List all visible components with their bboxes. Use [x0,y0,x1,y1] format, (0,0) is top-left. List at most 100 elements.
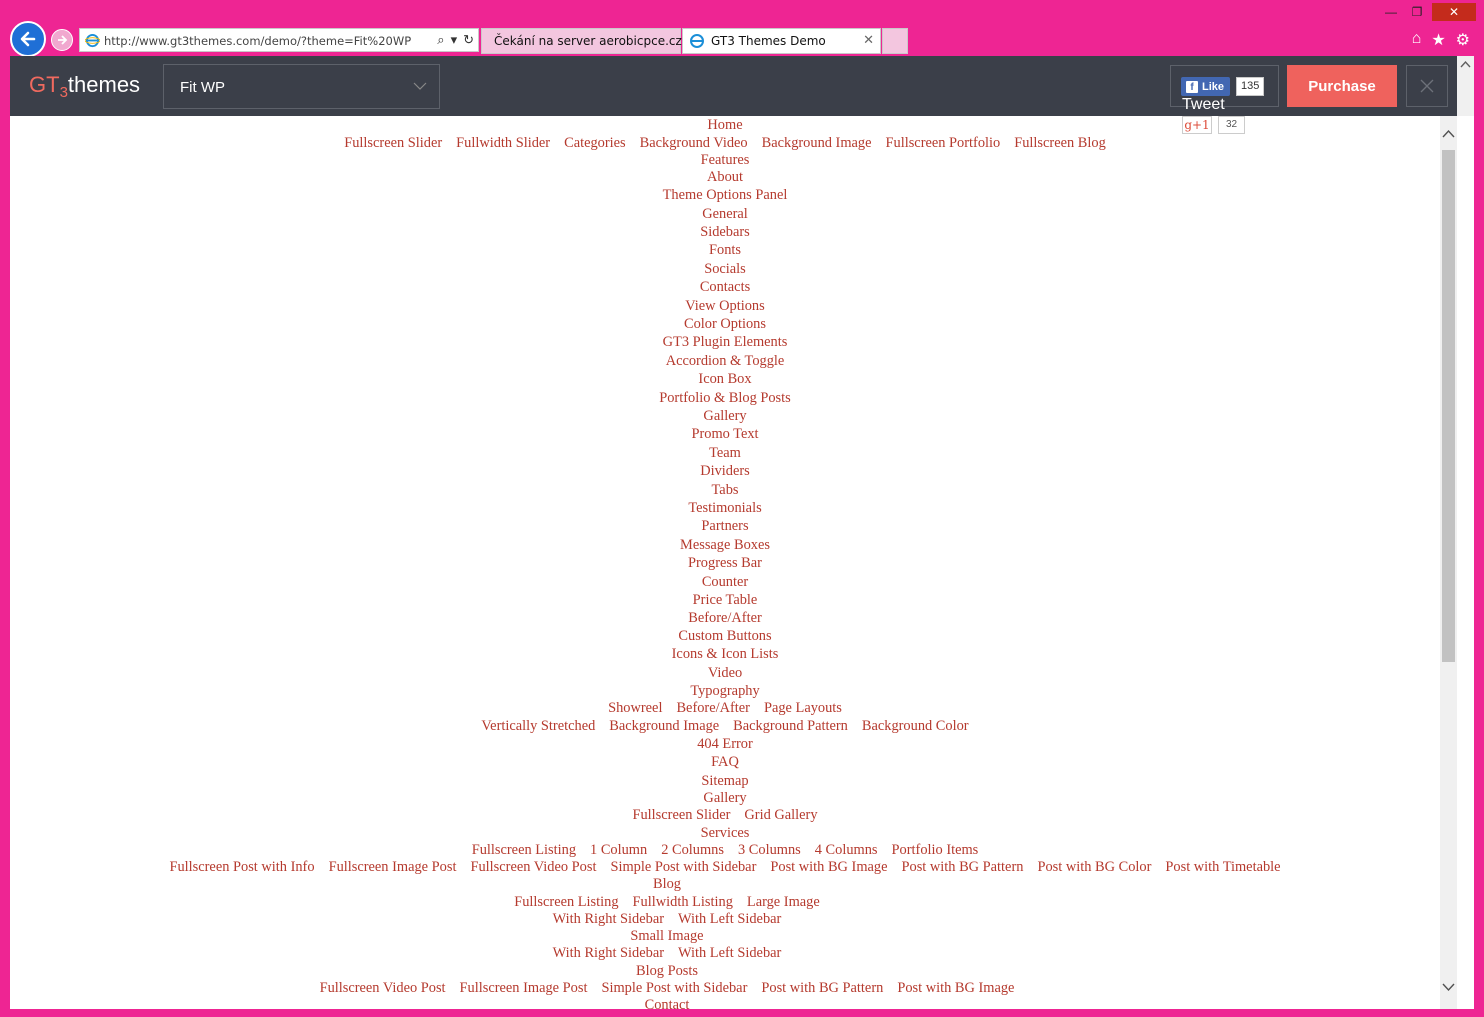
menu-link[interactable]: Counter [702,574,748,590]
menu-link[interactable]: Background Image [609,718,719,734]
menu-link[interactable]: Fullscreen Blog [1014,135,1106,151]
new-tab-button[interactable] [882,28,908,54]
menu-link[interactable]: Fonts [709,242,741,258]
menu-link[interactable]: Fullwidth Slider [456,135,550,151]
menu-link[interactable]: Page Layouts [764,700,842,716]
menu-link[interactable]: Background Image [762,135,872,151]
menu-link[interactable]: Post with Timetable [1165,859,1280,875]
menu-link[interactable]: Blog [653,876,681,892]
menu-link[interactable]: Fullwidth Listing [633,894,733,910]
menu-link[interactable]: 4 Columns [815,842,878,858]
menu-link[interactable]: 2 Columns [661,842,724,858]
menu-link[interactable]: Color Options [684,316,766,332]
menu-link[interactable]: Sidebars [700,224,750,240]
menu-link[interactable]: Progress Bar [688,555,762,571]
menu-link[interactable]: Gallery [703,408,746,424]
menu-link[interactable]: Fullscreen Image Post [329,859,457,875]
tweet-button[interactable]: Tweet [1182,96,1225,114]
dropdown-icon[interactable]: ▾ [451,32,458,48]
menu-link[interactable]: Services [701,825,750,841]
tab-gt3-demo[interactable]: GT3 Themes Demo ✕ [682,28,881,54]
menu-link[interactable]: General [702,206,748,222]
menu-link[interactable]: View Options [685,298,764,314]
menu-link[interactable]: 1 Column [590,842,647,858]
menu-link[interactable]: FAQ [711,754,739,770]
menu-link[interactable]: Post with BG Image [897,980,1014,996]
menu-link[interactable]: Icons & Icon Lists [672,646,779,662]
menu-link[interactable]: Fullscreen Post with Info [169,859,314,875]
scroll-thumb[interactable] [1442,150,1455,662]
menu-link[interactable]: Fullscreen Listing [472,842,576,858]
menu-link[interactable]: Background Color [862,718,969,734]
menu-link[interactable]: Showreel [608,700,662,716]
menu-link[interactable]: Typography [690,683,759,699]
chevron-down-icon[interactable] [1440,978,1457,995]
menu-link[interactable]: Background Pattern [733,718,848,734]
menu-link[interactable]: Fullscreen Video Post [470,859,596,875]
menu-link[interactable]: Before/After [676,700,750,716]
menu-link[interactable]: Small Image [630,928,703,944]
menu-link[interactable]: Promo Text [691,426,758,442]
menu-link[interactable]: GT3 Plugin Elements [663,334,788,350]
menu-link[interactable]: Background Video [640,135,748,151]
menu-link[interactable]: Fullscreen Video Post [320,980,446,996]
home-icon[interactable]: ⌂ [1412,30,1422,50]
topbar-scrollbar[interactable] [1457,56,1474,116]
menu-link[interactable]: Partners [701,518,748,534]
close-tab-icon[interactable]: ✕ [863,33,874,48]
menu-link[interactable]: Categories [564,135,626,151]
menu-link[interactable]: With Right Sidebar [553,945,664,961]
menu-link[interactable]: Accordion & Toggle [666,353,785,369]
menu-link[interactable]: Fullscreen Listing [514,894,618,910]
menu-link[interactable]: Post with BG Pattern [761,980,883,996]
gt3-logo[interactable]: GT3themes [29,72,140,101]
menu-link[interactable]: Video [708,665,742,681]
address-bar[interactable]: http://www.gt3themes.com/demo/?theme=Fit… [79,28,479,52]
menu-link[interactable]: Simple Post with Sidebar [601,980,747,996]
menu-link[interactable]: Before/After [688,610,762,626]
menu-link[interactable]: 404 Error [697,736,753,752]
menu-link[interactable]: Message Boxes [680,537,770,553]
menu-link[interactable]: Fullscreen Slider [632,807,730,823]
menu-link[interactable]: Vertically Stretched [481,718,595,734]
menu-link[interactable]: Theme Options Panel [663,187,788,203]
window-close-button[interactable]: ✕ [1432,3,1476,21]
page-scrollbar[interactable] [1440,116,1457,1009]
menu-link[interactable]: With Right Sidebar [553,911,664,927]
maximize-button[interactable]: ❐ [1406,3,1428,21]
menu-link[interactable]: Portfolio Items [892,842,979,858]
chevron-up-icon[interactable] [1440,126,1457,143]
menu-link[interactable]: Fullscreen Portfolio [886,135,1001,151]
menu-link[interactable]: Fullscreen Slider [344,135,442,151]
forward-button[interactable] [51,29,73,51]
search-icon[interactable]: ⌕ [437,32,444,48]
gear-icon[interactable]: ⚙ [1456,30,1470,50]
menu-link[interactable]: Portfolio & Blog Posts [659,390,791,406]
menu-link[interactable]: Gallery [703,790,746,806]
purchase-button[interactable]: Purchase [1287,65,1397,107]
menu-link[interactable]: Testimonials [688,500,761,516]
back-button[interactable] [10,21,46,57]
tab-aerobicpce[interactable]: Čekání na server aerobicpce.cz [481,28,682,54]
facebook-like-button[interactable]: f Like [1181,77,1230,96]
menu-link[interactable]: Large Image [747,894,820,910]
menu-link[interactable]: Post with BG Pattern [902,859,1024,875]
star-icon[interactable]: ★ [1431,30,1445,50]
menu-link[interactable]: About [707,169,743,185]
menu-link[interactable]: Blog Posts [636,963,698,979]
menu-link[interactable]: Home [707,117,742,133]
menu-link[interactable]: With Left Sidebar [678,911,781,927]
menu-link[interactable]: Features [701,152,750,168]
menu-link[interactable]: Post with BG Color [1037,859,1151,875]
menu-link[interactable]: Fullscreen Image Post [460,980,588,996]
menu-link[interactable]: Price Table [693,592,758,608]
refresh-icon[interactable]: ↻ [463,32,474,48]
menu-link[interactable]: Post with BG Image [770,859,887,875]
menu-link[interactable]: Dividers [700,463,750,479]
menu-link[interactable]: Sitemap [701,773,748,789]
menu-link[interactable]: Tabs [712,482,739,498]
close-frame-button[interactable] [1406,65,1448,107]
menu-link[interactable]: Socials [704,261,746,277]
menu-link[interactable]: Icon Box [698,371,751,387]
menu-link[interactable]: Team [709,445,741,461]
